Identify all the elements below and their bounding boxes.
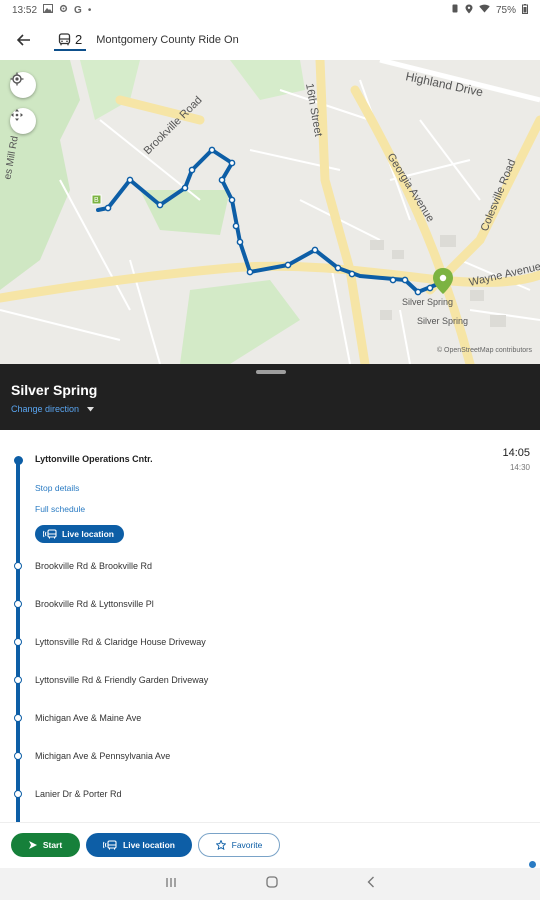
vibrate-icon: [451, 4, 459, 16]
stop-details-link[interactable]: Stop details: [35, 483, 79, 493]
dot-icon: •: [87, 4, 92, 16]
star-outline-icon: [215, 840, 226, 850]
battery-label: 75%: [495, 4, 516, 16]
my-location-button[interactable]: [10, 72, 36, 98]
live-location-button[interactable]: Live location: [86, 833, 192, 857]
stop-name[interactable]: Michigan Ave & Maine Ave: [35, 713, 141, 723]
stop-name[interactable]: Lanier Dr & Porter Rd: [35, 789, 122, 799]
dropdown-arrow-icon: [87, 406, 95, 411]
svg-text:B: B: [94, 197, 99, 204]
drag-handle[interactable]: [256, 370, 286, 374]
stop-name[interactable]: Brookville Rd & Brookville Rd: [35, 561, 152, 571]
start-button-label: Start: [42, 840, 63, 850]
stop-marker: [14, 714, 22, 722]
destination-title: Silver Spring: [11, 382, 98, 398]
status-time: 13:52: [12, 4, 38, 16]
stop-marker-current: [13, 456, 23, 465]
app-bar: 2 Montgomery County Ride On: [0, 20, 540, 60]
route-map[interactable]: B Highland Drive Brookville Road 16th St…: [0, 60, 540, 364]
settings-icon: [59, 4, 68, 16]
my-location-icon: [10, 72, 24, 86]
favorite-button-label: Favorite: [231, 840, 263, 850]
stop-name-first[interactable]: Lyttonville Operations Cntr.: [35, 454, 153, 464]
route-badge: 2: [54, 30, 87, 51]
live-location-chip-label: Live location: [62, 529, 114, 539]
bus-icon: [58, 32, 71, 45]
back-button[interactable]: [0, 20, 48, 60]
map-attribution[interactable]: © OpenStreetMap contributors: [437, 347, 532, 354]
change-direction-button[interactable]: Change direction: [11, 404, 95, 414]
map-label-colesville: Colesville Road: [479, 158, 519, 233]
stop-list[interactable]: Lyttonville Operations Cntr. 14:05 14:30…: [0, 430, 540, 822]
stop-name[interactable]: Michigan Ave & Pennsylvania Ave: [35, 751, 170, 761]
zoom-to-route-button[interactable]: [10, 108, 36, 134]
move-icon: [11, 109, 23, 121]
system-nav-bar: [0, 868, 540, 900]
home-icon: [266, 876, 278, 888]
full-schedule-link[interactable]: Full schedule: [35, 504, 85, 514]
favorite-button[interactable]: Favorite: [198, 833, 280, 857]
live-bus-icon: [103, 840, 117, 850]
stop-marker: [14, 752, 22, 760]
stop-marker: [14, 562, 22, 570]
arrival-time: 14:05: [502, 447, 530, 459]
image-icon: [43, 4, 54, 16]
change-direction-label: Change direction: [11, 404, 80, 414]
scheduled-time: 14:30: [509, 463, 530, 472]
action-bar: Start Live location Favorite: [0, 822, 540, 868]
direction-header: Silver Spring Change direction: [0, 364, 540, 430]
agency-name: Montgomery County Ride On: [96, 34, 239, 46]
nav-back-button[interactable]: [367, 875, 375, 893]
map-canvas: B Highland Drive Brookville Road 16th St…: [0, 60, 540, 364]
stop-name[interactable]: Brookville Rd & Lyttonsville Pl: [35, 599, 154, 609]
stop-marker: [14, 600, 22, 608]
stop-marker: [14, 790, 22, 798]
google-icon: G: [74, 4, 82, 16]
stop-name[interactable]: Lyttonsville Rd & Claridge House Drivewa…: [35, 637, 206, 647]
stop-marker: [14, 676, 22, 684]
live-location-chip[interactable]: Live location: [35, 525, 124, 543]
home-button[interactable]: [266, 875, 278, 893]
status-bar: 13:52 G • 75%: [0, 0, 540, 20]
recents-icon: [166, 878, 176, 887]
info-icon[interactable]: [529, 861, 536, 868]
start-button[interactable]: Start: [11, 833, 80, 857]
park-area: [140, 190, 230, 235]
live-location-button-label: Live location: [123, 840, 175, 850]
start-marker[interactable]: B: [91, 194, 102, 205]
map-label-georgia: Georgia Avenue: [384, 151, 436, 224]
stop-marker: [14, 638, 22, 646]
map-label-silver-spring-1: Silver Spring: [402, 297, 453, 307]
chevron-left-icon: [367, 876, 375, 888]
location-icon: [465, 4, 473, 17]
wifi-icon: [479, 4, 490, 16]
park-area: [180, 280, 300, 364]
route-number: 2: [75, 31, 83, 47]
map-label-silver-spring-2: Silver Spring: [417, 316, 468, 326]
arrow-back-icon: [17, 34, 30, 46]
stop-name[interactable]: Lyttonsville Rd & Friendly Garden Drivew…: [35, 675, 208, 685]
park-area: [80, 60, 140, 120]
battery-icon: [522, 3, 528, 17]
live-bus-icon: [43, 529, 57, 539]
navigation-arrow-icon: [28, 841, 37, 849]
recent-apps-button[interactable]: [165, 875, 177, 893]
